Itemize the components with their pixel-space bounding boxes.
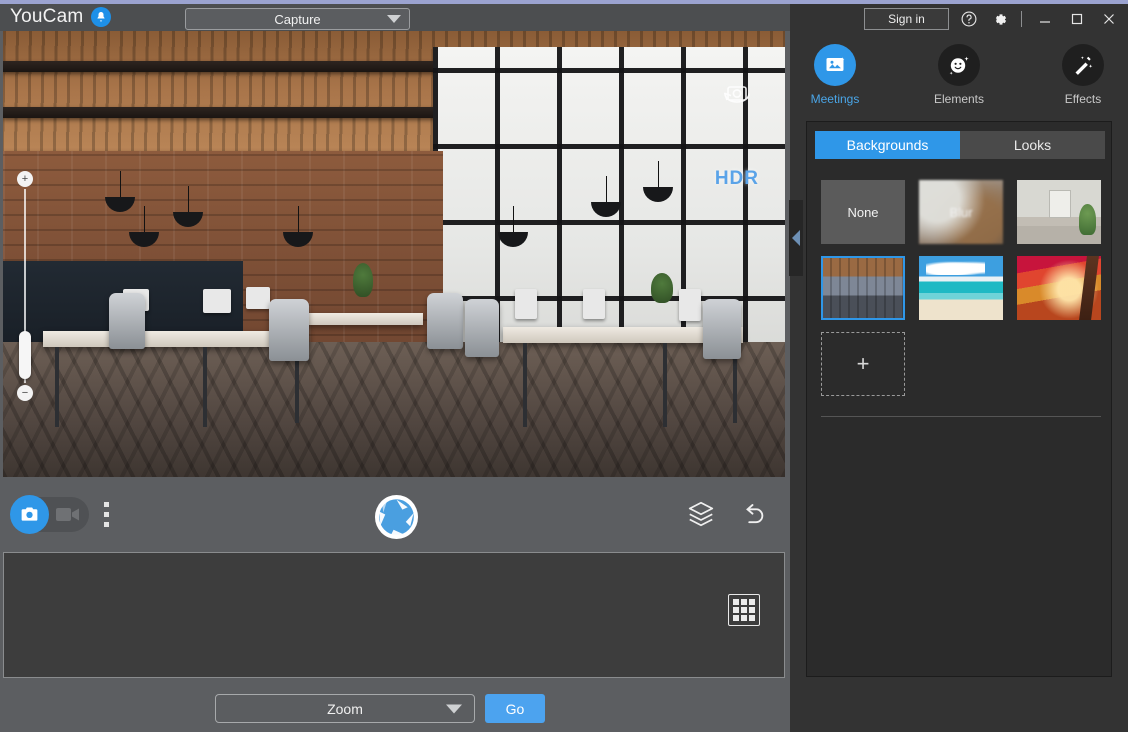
background-thumb-room[interactable] xyxy=(1017,180,1101,244)
mode-selector: Meetings Elements Effects xyxy=(790,44,1128,114)
youcam-window: YouCam Capture + − HDR Zoom Go Sign in M… xyxy=(0,0,1128,732)
add-background-button[interactable]: + xyxy=(821,332,905,396)
scene-chair xyxy=(269,299,309,361)
photo-video-toggle[interactable] xyxy=(10,495,89,534)
kebab-menu-icon xyxy=(104,512,109,517)
toolbar-divider xyxy=(1021,11,1022,27)
close-button[interactable] xyxy=(1098,9,1120,29)
video-camera-icon[interactable] xyxy=(56,507,80,522)
section-divider xyxy=(821,416,1101,417)
capture-pane: YouCam Capture + − HDR Zoom Go xyxy=(0,4,803,732)
chevron-left-icon xyxy=(792,230,800,246)
more-options-button[interactable] xyxy=(104,502,109,528)
background-thumb-none[interactable]: None xyxy=(821,180,905,244)
scene-chair xyxy=(427,293,463,349)
window-controls-bar: Sign in xyxy=(790,4,1128,34)
grid-view-button[interactable] xyxy=(728,594,760,626)
minimize-button[interactable] xyxy=(1034,9,1056,29)
scene-desk xyxy=(303,313,423,325)
app-titlebar: YouCam Capture xyxy=(0,4,790,31)
maximize-button[interactable] xyxy=(1066,9,1088,29)
preview-zoom-slider[interactable]: + − xyxy=(17,171,33,401)
chevron-down-icon xyxy=(446,704,462,713)
mode-elements-label: Elements xyxy=(933,92,985,106)
tab-looks[interactable]: Looks xyxy=(960,131,1105,159)
shutter-button[interactable] xyxy=(374,494,419,540)
app-title: YouCam xyxy=(10,6,84,27)
virtual-background-scene xyxy=(3,31,785,477)
target-app-dropdown[interactable]: Zoom xyxy=(215,694,475,723)
scene-monitor xyxy=(679,289,701,321)
elements-smiley-icon xyxy=(938,44,980,86)
scene-plant xyxy=(651,273,673,303)
zoom-out-button[interactable]: − xyxy=(17,385,33,401)
effects-content-card: Backgrounds Looks None Blur + xyxy=(806,121,1112,677)
mode-effects-label: Effects xyxy=(1064,92,1102,106)
grid-view-icon xyxy=(733,599,755,621)
sign-in-button[interactable]: Sign in xyxy=(864,8,949,30)
background-thumb-loft[interactable] xyxy=(821,256,905,320)
scene-monitor xyxy=(515,289,537,319)
go-button[interactable]: Go xyxy=(485,694,545,723)
mode-effects[interactable]: Effects xyxy=(1052,44,1114,114)
toolbar-right-actions xyxy=(686,499,768,529)
mode-meetings-label: Meetings xyxy=(810,92,860,106)
scene-floor xyxy=(3,342,785,477)
meetings-icon xyxy=(814,44,856,86)
effects-pane: Sign in Meetings Elements Effects Backgr… xyxy=(790,4,1128,732)
mode-meetings[interactable]: Meetings xyxy=(804,44,866,114)
background-thumb-label: None xyxy=(847,204,879,220)
background-thumb-beach[interactable] xyxy=(919,256,1003,320)
kebab-menu-icon xyxy=(104,502,109,507)
rotate-camera-icon[interactable] xyxy=(717,79,757,113)
kebab-menu-icon xyxy=(104,522,109,527)
gear-icon[interactable] xyxy=(989,9,1009,29)
zoom-in-button[interactable]: + xyxy=(17,171,33,187)
effects-wand-icon xyxy=(1062,44,1104,86)
output-bar: Zoom Go xyxy=(0,684,790,732)
background-thumb-blur[interactable]: Blur xyxy=(919,180,1003,244)
media-tray[interactable] xyxy=(3,552,785,678)
camera-icon[interactable] xyxy=(10,495,49,534)
camera-preview[interactable]: + − HDR xyxy=(3,31,785,477)
panel-collapse-button[interactable] xyxy=(789,200,803,276)
scene-monitor xyxy=(203,289,231,313)
background-thumb-autumn[interactable] xyxy=(1017,256,1101,320)
scene-plant xyxy=(353,263,373,297)
target-app-value: Zoom xyxy=(327,700,363,717)
scene-chair xyxy=(465,299,499,357)
background-thumb-label: Blur xyxy=(949,204,973,220)
content-tabs: Backgrounds Looks xyxy=(815,131,1105,159)
layers-button[interactable] xyxy=(686,499,716,529)
zoom-slider-handle[interactable] xyxy=(19,331,31,379)
app-brand: YouCam xyxy=(10,6,112,28)
tab-backgrounds[interactable]: Backgrounds xyxy=(815,131,960,159)
help-circle-icon[interactable] xyxy=(959,9,979,29)
chevron-down-icon xyxy=(387,15,401,23)
hdr-badge[interactable]: HDR xyxy=(715,168,759,190)
scene-monitor xyxy=(583,289,605,319)
background-grid: None Blur + xyxy=(821,180,1101,396)
capture-mode-value: Capture xyxy=(274,11,321,27)
scene-chair xyxy=(109,293,145,349)
scene-chair xyxy=(703,299,741,359)
undo-button[interactable] xyxy=(738,499,768,529)
bell-icon[interactable] xyxy=(91,7,112,27)
scene-monitor xyxy=(246,287,270,309)
capture-mode-dropdown[interactable]: Capture xyxy=(185,8,410,30)
mode-elements[interactable]: Elements xyxy=(928,44,990,114)
